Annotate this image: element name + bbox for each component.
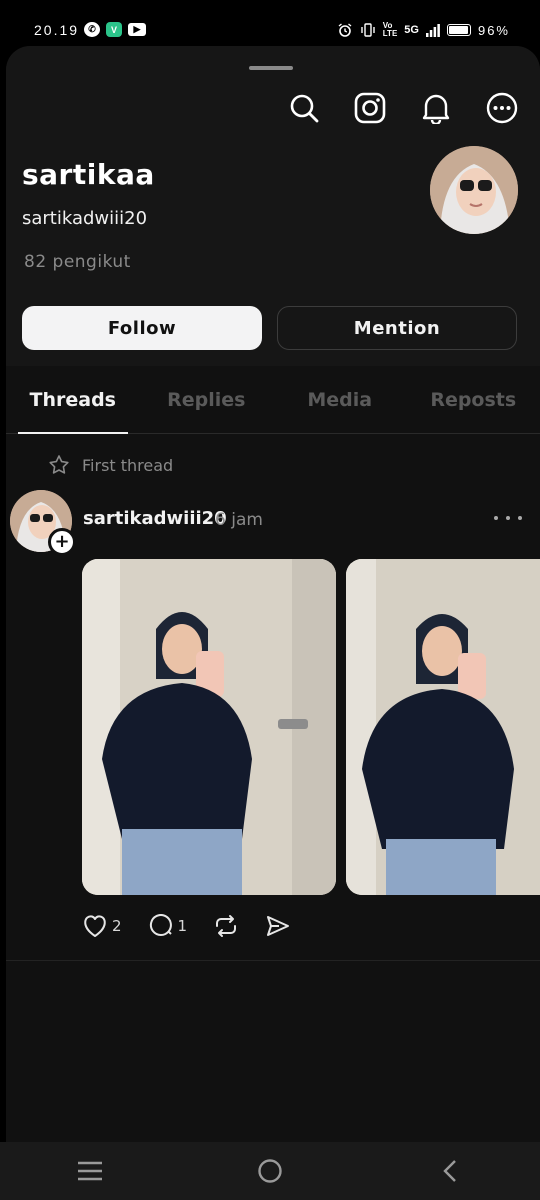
pinned-text: First thread — [82, 455, 174, 475]
battery-icon — [446, 24, 471, 36]
top-icon-bar — [286, 90, 520, 126]
post-photo[interactable] — [82, 559, 336, 895]
home-circle-icon — [258, 1159, 282, 1183]
back-button[interactable] — [425, 1146, 475, 1196]
home-button[interactable] — [245, 1146, 295, 1196]
tab-label: Media — [307, 388, 373, 411]
reply-button[interactable]: 1 — [148, 914, 188, 938]
battery-percentage: 96% — [477, 22, 510, 38]
system-icons: Vo LTE 5G 96% — [337, 22, 510, 38]
profile-avatar[interactable] — [430, 146, 518, 234]
reply-count: 1 — [177, 917, 188, 935]
tab-media[interactable]: Media — [273, 366, 407, 433]
system-nav-bar — [0, 1142, 540, 1200]
network-label: 5G — [404, 24, 419, 36]
like-button[interactable]: 2 — [82, 914, 122, 938]
tab-replies[interactable]: Replies — [140, 366, 274, 433]
repost-button[interactable] — [213, 914, 239, 938]
star-icon — [49, 455, 69, 474]
share-button[interactable] — [265, 914, 291, 938]
vpn-app-icon: V — [106, 22, 122, 37]
post-photo[interactable] — [346, 559, 540, 895]
whatsapp-icon: ✆ — [84, 22, 100, 37]
comment-icon — [149, 914, 172, 937]
active-tab-indicator — [18, 432, 128, 434]
profile-sheet: sartikaa sartikadwiii20 82 pengikut Foll… — [6, 46, 540, 1142]
instagram-icon[interactable] — [352, 90, 388, 126]
back-chevron-icon — [443, 1160, 456, 1182]
tab-reposts[interactable]: Reposts — [407, 366, 540, 433]
profile-header: sartikaa sartikadwiii20 82 pengikut Foll… — [6, 46, 540, 366]
post-divider — [6, 960, 540, 961]
tab-threads[interactable]: Threads — [6, 366, 140, 434]
notification-icons: ✆ V ▶ — [84, 22, 146, 37]
post-more-icon[interactable] — [494, 508, 522, 528]
tab-label: Threads — [29, 388, 116, 411]
alarm-icon — [338, 23, 352, 37]
signal-icon — [425, 23, 440, 37]
mention-button[interactable]: Mention — [277, 306, 517, 350]
profile-tabs: Threads Replies Media Reposts — [6, 366, 540, 434]
more-circle-icon[interactable] — [484, 90, 520, 126]
followers-count[interactable]: 82 pengikut — [24, 252, 131, 272]
youtube-icon: ▶ — [128, 23, 146, 36]
post-media-carousel[interactable] — [82, 559, 540, 895]
search-icon[interactable] — [286, 90, 322, 126]
volte-icon: Vo LTE — [382, 21, 398, 38]
status-time: 20.19 — [34, 22, 80, 38]
post-username[interactable]: sartikadwiii20 — [83, 508, 227, 529]
follow-plus-icon[interactable]: + — [48, 528, 76, 556]
tab-label: Replies — [167, 388, 246, 411]
vibrate-icon — [361, 23, 375, 37]
status-bar: 20.19 ✆ V ▶ Vo LTE 5G 96% — [0, 0, 540, 46]
repost-icon — [216, 915, 237, 937]
follow-button[interactable]: Follow — [22, 306, 262, 350]
recents-button[interactable] — [65, 1146, 115, 1196]
tab-label: Reposts — [430, 388, 517, 411]
bell-icon[interactable] — [418, 90, 454, 126]
profile-display-name: sartikaa — [22, 158, 155, 191]
pinned-label: First thread — [48, 454, 173, 476]
heart-icon — [84, 915, 106, 937]
menu-icon — [78, 1161, 102, 1181]
like-count: 2 — [112, 917, 122, 935]
post-timestamp: 6 jam — [215, 510, 263, 530]
drag-handle[interactable] — [249, 66, 293, 70]
profile-username: sartikadwiii20 — [22, 208, 148, 229]
send-icon — [267, 916, 290, 936]
post-actions: 2 1 — [82, 914, 291, 938]
